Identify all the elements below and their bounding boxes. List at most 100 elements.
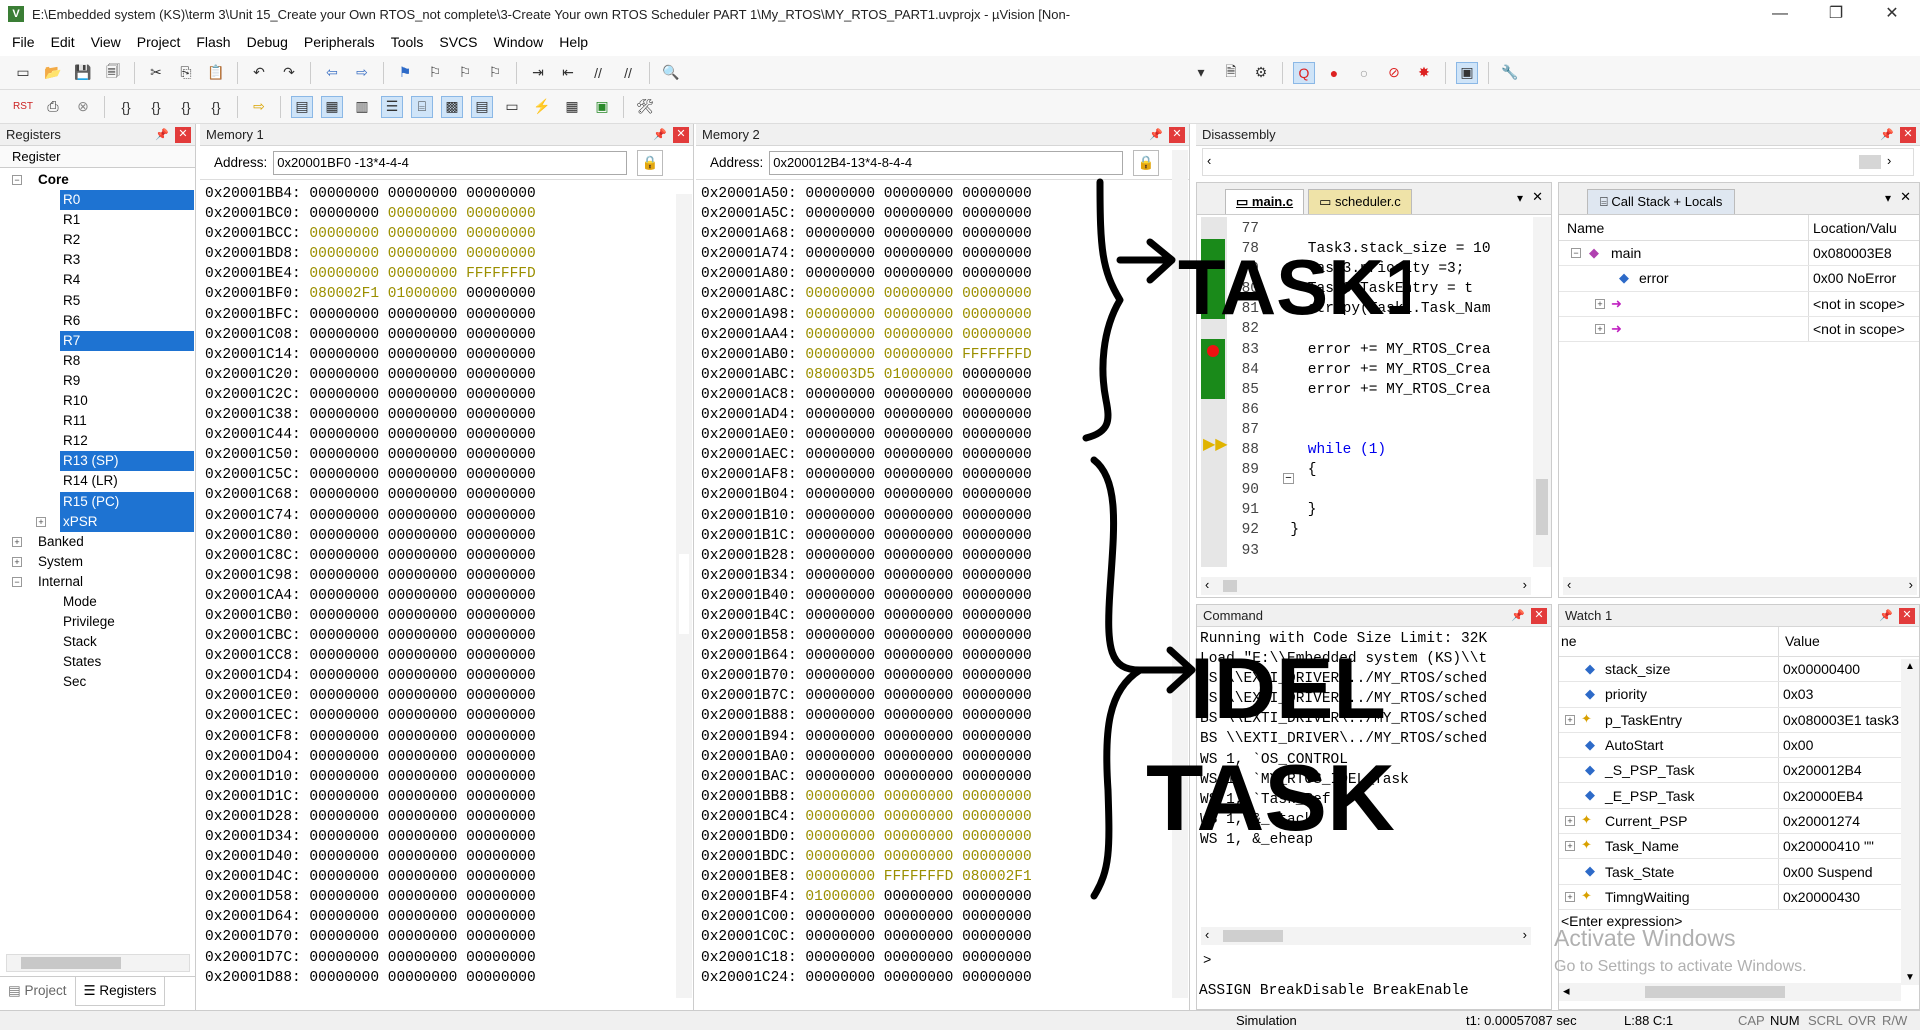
internal-register-row[interactable]: Sec	[0, 672, 195, 692]
memory-word[interactable]: 00000000	[466, 528, 536, 544]
watch-value[interactable]: 0x20001274	[1779, 813, 1919, 829]
close-icon[interactable]: ✕	[1169, 126, 1185, 143]
stop-icon[interactable]: ⊗	[72, 96, 94, 118]
memory-word[interactable]: 00000000	[388, 427, 458, 443]
disassembly-window-icon[interactable]: ▦	[321, 95, 343, 118]
memory-word[interactable]: 00000000	[388, 508, 458, 524]
maximize-button[interactable]: ❐	[1808, 0, 1864, 28]
memory-word[interactable]: 00000000	[309, 246, 379, 262]
reset-icon[interactable]: RST	[12, 96, 34, 118]
memory-word[interactable]: 00000000	[466, 829, 536, 845]
memory-word[interactable]: 00000000	[805, 749, 875, 765]
memory-word[interactable]: 00000000	[309, 487, 379, 503]
memory-word[interactable]: 00000000	[962, 206, 1032, 222]
memory-row[interactable]: 0x20001A80: 00000000 00000000 00000000	[701, 264, 1189, 284]
internal-register-row[interactable]: Mode	[0, 592, 195, 612]
symbols-window-icon[interactable]: ▥	[351, 96, 373, 118]
code-line[interactable]: 82	[1209, 319, 1521, 339]
watch-value[interactable]: 0x20000410 ""	[1779, 838, 1919, 854]
memory-word[interactable]: 00000000	[309, 327, 379, 343]
memory-row[interactable]: 0x20001BC0: 00000000 00000000 00000000	[205, 204, 693, 224]
memory-row[interactable]: 0x20001C14: 00000000 00000000 00000000	[205, 345, 693, 365]
memory-word[interactable]: 00000000	[805, 688, 875, 704]
memory-word[interactable]: 00000000	[388, 186, 458, 202]
memory-word[interactable]: 00000000	[805, 307, 875, 323]
memory-word[interactable]: 00000000	[805, 668, 875, 684]
memory-word[interactable]: 00000000	[309, 729, 379, 745]
scroll-up-icon[interactable]: ▲	[1905, 661, 1915, 672]
memory-row[interactable]: 0x20001C8C: 00000000 00000000 00000000	[205, 546, 693, 566]
memory-word[interactable]: 00000000	[309, 528, 379, 544]
scroll-thumb[interactable]	[1223, 930, 1283, 942]
memory-row[interactable]: 0x20001D28: 00000000 00000000 00000000	[205, 807, 693, 827]
code-line[interactable]: 85 error += MY_RTOS_Crea	[1209, 380, 1521, 400]
scroll-left-icon[interactable]: ‹	[1205, 577, 1209, 592]
scroll-thumb[interactable]	[1223, 580, 1237, 592]
register-row[interactable]: R7	[0, 330, 195, 351]
watch-row[interactable]: ◆ _S_PSP_Task 0x200012B4	[1559, 758, 1919, 784]
close-icon[interactable]: ✕	[1900, 126, 1916, 143]
expand-icon[interactable]: +	[1565, 815, 1575, 826]
memory-word[interactable]: 00000000	[388, 769, 458, 785]
memory-word[interactable]: 00000000	[309, 749, 379, 765]
tab-list-icon[interactable]: ▾	[1885, 191, 1891, 205]
memory-word[interactable]: 00000000	[388, 789, 458, 805]
memory-word[interactable]: 00000000	[884, 407, 954, 423]
cut-icon[interactable]: ✂	[145, 62, 167, 84]
memory-word[interactable]: 00000000	[466, 950, 536, 966]
menu-edit[interactable]: Edit	[43, 34, 83, 50]
memory-row[interactable]: 0x20001BCC: 00000000 00000000 00000000	[205, 224, 693, 244]
memory-word[interactable]: 00000000	[466, 688, 536, 704]
memory-word[interactable]: 00000000	[805, 568, 875, 584]
memory-row[interactable]: 0x20001BE4: 00000000 00000000 FFFFFFFD	[205, 264, 693, 284]
watch-row[interactable]: ◆ priority 0x03	[1559, 682, 1919, 708]
tab-list-icon[interactable]: ▾	[1517, 191, 1523, 205]
memory-row[interactable]: 0x20001B28: 00000000 00000000 00000000	[701, 546, 1189, 566]
memory-word[interactable]: 00000000	[466, 869, 536, 885]
disable-breakpoints-icon[interactable]: ⊘	[1383, 62, 1405, 84]
memory-word[interactable]: 00000000	[805, 769, 875, 785]
memory-word[interactable]: 00000000	[805, 950, 875, 966]
memory2-scrollbar[interactable]	[1172, 150, 1188, 998]
memory-word[interactable]: 00000000	[884, 266, 954, 282]
step-out-icon[interactable]: {}	[175, 96, 197, 118]
memory-word[interactable]: 00000000	[884, 769, 954, 785]
memory-row[interactable]: 0x20001AD4: 00000000 00000000 00000000	[701, 405, 1189, 425]
memory-row[interactable]: 0x20001AA4: 00000000 00000000 00000000	[701, 325, 1189, 345]
memory-word[interactable]: 00000000	[962, 950, 1032, 966]
memory-word[interactable]: 00000000	[884, 588, 954, 604]
memory-word[interactable]: FFFFFFFD	[962, 347, 1032, 363]
memory-word[interactable]: 00000000	[962, 367, 1032, 383]
memory-word[interactable]: 00000000	[388, 327, 458, 343]
memory-row[interactable]: 0x20001CD4: 00000000 00000000 00000000	[205, 666, 693, 686]
memory-word[interactable]: 00000000	[466, 729, 536, 745]
memory-word[interactable]: 00000000	[388, 929, 458, 945]
kill-breakpoints-icon[interactable]: ✸	[1413, 62, 1435, 84]
pin-icon[interactable]: 📌	[1879, 609, 1893, 622]
memory-word[interactable]: 00000000	[466, 889, 536, 905]
memory-word[interactable]: 00000000	[388, 548, 458, 564]
memory-word[interactable]: 00000000	[884, 628, 954, 644]
memory-row[interactable]: 0x20001CB0: 00000000 00000000 00000000	[205, 606, 693, 626]
memory-word[interactable]: 00000000	[805, 729, 875, 745]
memory-word[interactable]: 00000000	[805, 829, 875, 845]
memory-word[interactable]: 00000000	[884, 226, 954, 242]
memory-row[interactable]: 0x20001CE0: 00000000 00000000 00000000	[205, 686, 693, 706]
memory-word[interactable]: 00000000	[884, 447, 954, 463]
memory-word[interactable]: 00000000	[884, 206, 954, 222]
memory-row[interactable]: 0x20001A8C: 00000000 00000000 00000000	[701, 284, 1189, 304]
code-line[interactable]: 81 strcpy(Task1.Task_Nam	[1209, 299, 1521, 319]
memory-word[interactable]: FFFFFFFD	[466, 266, 536, 282]
memory-word[interactable]: 00000000	[884, 246, 954, 262]
register-row[interactable]: R10	[0, 391, 195, 411]
watch-value[interactable]: 0x00000400	[1779, 661, 1919, 677]
memory-row[interactable]: 0x20001BB8: 00000000 00000000 00000000	[701, 787, 1189, 807]
memory-word[interactable]: 00000000	[962, 668, 1032, 684]
code-line[interactable]: 86	[1209, 400, 1521, 420]
watch-value[interactable]: 0x03	[1779, 686, 1919, 702]
memory-row[interactable]: 0x20001B7C: 00000000 00000000 00000000	[701, 686, 1189, 706]
memory-word[interactable]: 00000000	[884, 909, 954, 925]
code-line[interactable]: 89 {	[1209, 460, 1521, 480]
watch-value[interactable]: 0x20000430	[1779, 889, 1919, 905]
memory-word[interactable]: 00000000	[805, 628, 875, 644]
